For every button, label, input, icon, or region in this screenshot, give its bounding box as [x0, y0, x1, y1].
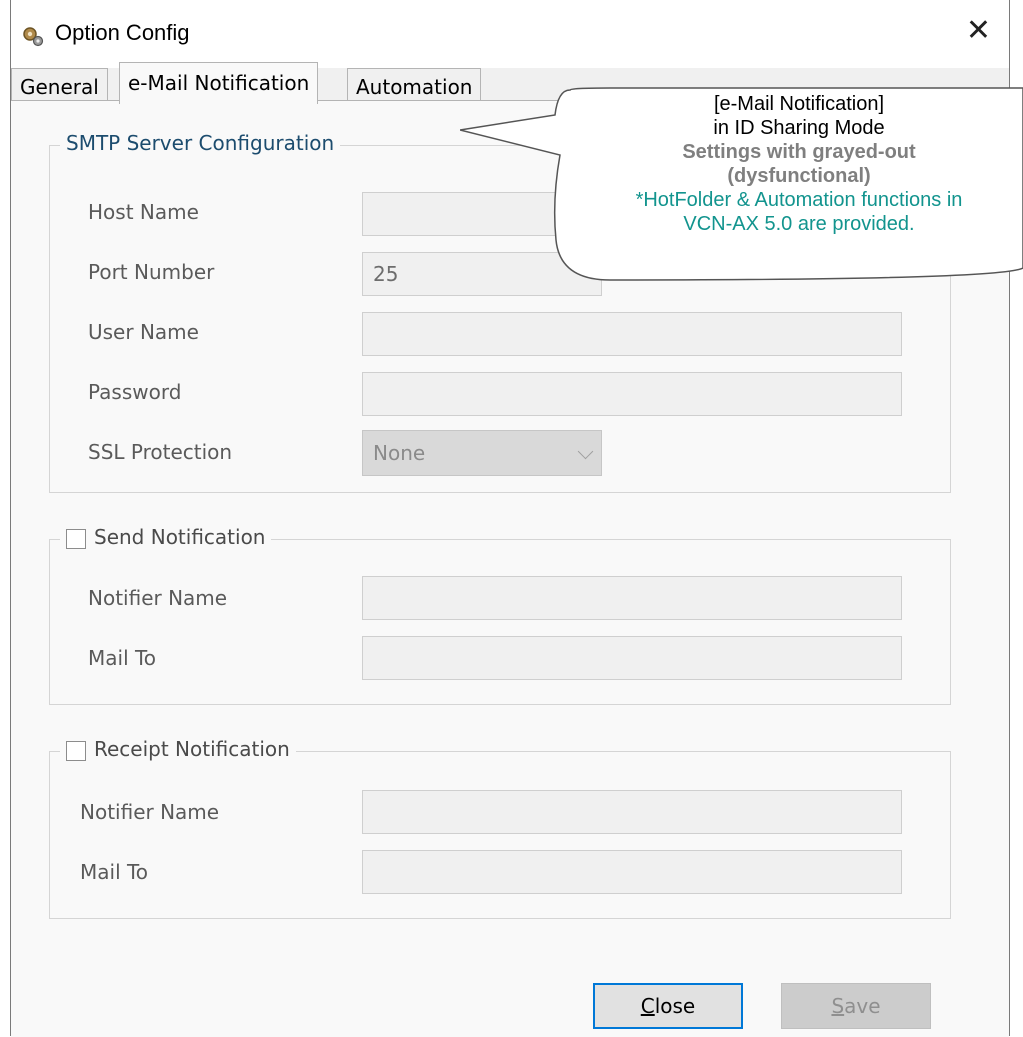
receipt-notification-group: Receipt Notification Notifier Name Mail … — [49, 737, 951, 919]
save-button[interactable]: Save — [781, 983, 931, 1029]
tab-automation[interactable]: Automation — [347, 68, 482, 104]
send-notification-label: Send Notification — [94, 525, 266, 549]
callout-line-4: (dysfunctional) — [727, 165, 871, 187]
tab-general[interactable]: General — [11, 68, 108, 104]
callout-line-5: *HotFolder & Automation functions in — [635, 189, 963, 211]
window-title: Option Config — [55, 20, 190, 45]
receipt-notification-label: Receipt Notification — [94, 737, 290, 761]
annotation-callout-text: [e-Mail Notification] in ID Sharing Mode… — [564, 92, 1023, 236]
smtp-group-legend: SMTP Server Configuration — [60, 131, 341, 155]
send-notification-legend: Send Notification — [60, 525, 272, 549]
callout-line-6: VCN-AX 5.0 are provided. — [683, 213, 915, 235]
ssl-protection-label: SSL Protection — [88, 440, 233, 464]
receipt-notifier-name-field[interactable] — [362, 790, 902, 834]
gears-icon — [23, 27, 44, 47]
send-notification-group: Send Notification Notifier Name Mail To — [49, 525, 951, 705]
port-number-field[interactable]: 25 — [362, 252, 602, 296]
ssl-protection-value: None — [373, 441, 426, 465]
password-label: Password — [88, 380, 182, 404]
close-window-icon[interactable]: ✕ — [966, 16, 991, 46]
receipt-mail-to-field[interactable] — [362, 850, 902, 894]
receipt-notification-legend: Receipt Notification — [60, 737, 296, 761]
email-notification-panel: SMTP Server Configuration Host Name Port… — [11, 100, 1009, 1037]
receipt-notifier-name-label: Notifier Name — [80, 800, 220, 824]
password-field[interactable] — [362, 372, 902, 416]
tab-email-notification[interactable]: e-Mail Notification — [119, 62, 319, 104]
user-name-field[interactable] — [362, 312, 902, 356]
ssl-protection-select[interactable]: None — [362, 430, 602, 476]
send-notifier-name-field[interactable] — [362, 576, 902, 620]
chevron-down-icon — [577, 443, 594, 460]
send-notification-checkbox[interactable] — [66, 528, 86, 549]
title-bar[interactable]: Option Config ✕ — [11, 0, 1009, 68]
user-name-label: User Name — [88, 320, 199, 344]
receipt-notification-checkbox[interactable] — [66, 740, 86, 761]
port-number-label: Port Number — [88, 260, 215, 284]
host-name-label: Host Name — [88, 200, 199, 224]
send-mail-to-label: Mail To — [88, 646, 157, 670]
receipt-mail-to-label: Mail To — [80, 860, 149, 884]
close-button[interactable]: Close — [593, 983, 743, 1029]
callout-line-2: in ID Sharing Mode — [713, 117, 885, 139]
send-mail-to-field[interactable] — [362, 636, 902, 680]
callout-line-1: [e-Mail Notification] — [713, 93, 885, 115]
callout-line-3: Settings with grayed-out — [682, 141, 916, 163]
send-notifier-name-label: Notifier Name — [88, 586, 228, 610]
